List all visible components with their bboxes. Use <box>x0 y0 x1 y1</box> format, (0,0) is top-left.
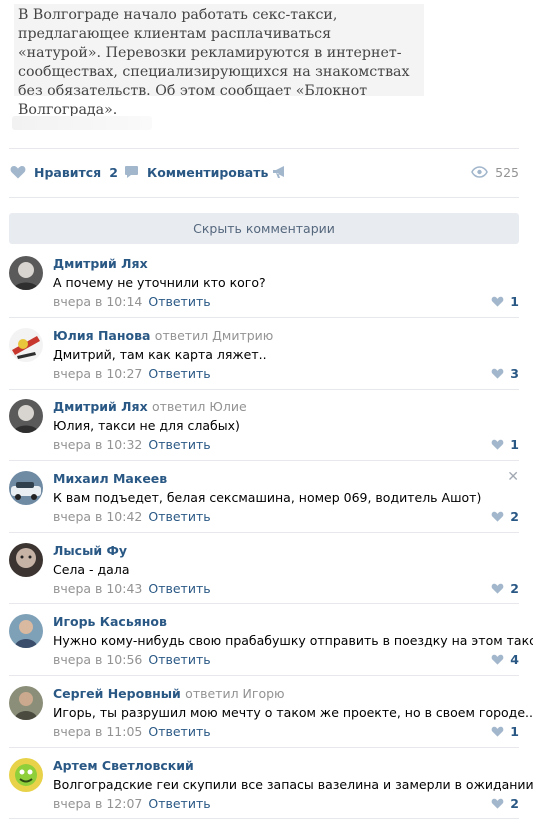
comment-time[interactable]: вчера в 10:42 <box>53 509 142 524</box>
comment-text: Села - дала <box>53 562 130 577</box>
comment-text: Игорь, ты разрушил мою мечту о таком же … <box>53 705 533 720</box>
comment-author[interactable]: Лысый Фу <box>53 543 127 558</box>
comment-like-button[interactable]: 1 <box>491 437 519 452</box>
avatar[interactable] <box>9 328 43 362</box>
avatar[interactable] <box>9 614 43 648</box>
reply-link[interactable]: Ответить <box>148 724 210 739</box>
comment-text: Волгоградские геи скупили все запасы ваз… <box>53 777 533 792</box>
heart-icon <box>491 296 504 307</box>
comment-like-count: 2 <box>510 796 519 811</box>
comment-time[interactable]: вчера в 10:56 <box>53 652 142 667</box>
like-button[interactable]: Нравится 2 <box>10 160 118 184</box>
reply-link[interactable]: Ответить <box>148 796 210 811</box>
blurred-source-line <box>12 116 152 130</box>
like-count: 2 <box>109 164 118 180</box>
comment-item: Лысый Фу Села - дала вчера в 10:43 Ответи… <box>0 543 533 615</box>
post-text: В Волгограде начало работать секс-такси,… <box>14 4 424 118</box>
comment-time[interactable]: вчера в 10:14 <box>53 294 142 309</box>
heart-icon <box>491 511 504 522</box>
divider <box>9 197 519 198</box>
comment-author[interactable]: Игорь Касьянов <box>53 614 167 629</box>
avatar[interactable] <box>9 758 43 792</box>
heart-icon <box>491 726 504 737</box>
divider <box>9 460 519 461</box>
comment-like-button[interactable]: 4 <box>491 652 519 667</box>
comment-like-count: 1 <box>510 437 519 452</box>
comment-text: Дмитрий, там как карта ляжет.. <box>53 347 267 362</box>
avatar[interactable] <box>9 256 43 290</box>
heart-icon <box>491 583 504 594</box>
comment-like-count: 3 <box>510 366 519 381</box>
comment-text: К вам подъедет, белая сексмашина, номер … <box>53 490 482 505</box>
post-actions: Нравится 2 Комментировать 525 <box>0 160 533 184</box>
heart-icon <box>491 798 504 809</box>
heart-icon <box>491 439 504 450</box>
divider <box>9 675 519 676</box>
divider <box>9 317 519 318</box>
reply-to-label: ответил Юлие <box>152 399 247 414</box>
comment-time[interactable]: вчера в 10:43 <box>53 581 142 596</box>
comment-author[interactable]: Сергей Неровный ответил Игорю <box>53 686 285 701</box>
comment-time[interactable]: вчера в 10:32 <box>53 437 142 452</box>
eye-icon <box>471 166 489 178</box>
divider <box>9 747 519 748</box>
comment-author[interactable]: Михаил Макеев <box>53 471 167 486</box>
reply-link[interactable]: Ответить <box>148 509 210 524</box>
comment-like-button[interactable]: 1 <box>491 724 519 739</box>
avatar[interactable] <box>9 471 43 505</box>
comment-button[interactable]: Комментировать <box>124 160 268 184</box>
comment-like-button[interactable]: 2 <box>491 581 519 596</box>
comment-text: Нужно кому-нибудь свою прабабушку отправ… <box>53 633 533 648</box>
hide-comments-button[interactable]: Скрыть комментарии <box>9 213 519 244</box>
comment-icon <box>125 166 138 178</box>
share-button[interactable] <box>272 160 288 184</box>
comment-like-count: 2 <box>510 581 519 596</box>
views-count: 525 <box>495 164 519 180</box>
comment-time[interactable]: вчера в 12:07 <box>53 796 142 811</box>
comment-like-count: 1 <box>510 294 519 309</box>
close-icon[interactable]: ✕ <box>507 469 519 485</box>
comment-label: Комментировать <box>147 164 269 180</box>
comment-time[interactable]: вчера в 10:27 <box>53 366 142 381</box>
reply-link[interactable]: Ответить <box>148 294 210 309</box>
comment-like-count: 4 <box>510 652 519 667</box>
like-label: Нравится <box>34 164 102 180</box>
reply-to-label: ответил Игорю <box>185 686 285 701</box>
divider <box>9 532 519 533</box>
divider <box>9 603 519 604</box>
comment-text: А почему не уточнили кто кого? <box>53 275 266 290</box>
comment-text: Юлия, такси не для слабых) <box>53 418 240 433</box>
reply-link[interactable]: Ответить <box>148 652 210 667</box>
divider <box>9 389 519 390</box>
comment-author[interactable]: Дмитрий Лях <box>53 256 148 271</box>
heart-icon <box>491 368 504 379</box>
heart-icon <box>10 166 26 179</box>
avatar[interactable] <box>9 686 43 720</box>
comment-like-count: 2 <box>510 509 519 524</box>
comment-like-button[interactable]: 2 <box>491 796 519 811</box>
divider <box>9 148 519 149</box>
comment-like-button[interactable]: 3 <box>491 366 519 381</box>
reply-to-label: ответил Дмитрию <box>154 328 274 343</box>
divider <box>9 818 519 819</box>
comment-time[interactable]: вчера в 11:05 <box>53 724 142 739</box>
heart-icon <box>491 654 504 665</box>
views-counter: 525 <box>471 160 519 184</box>
comment-like-count: 1 <box>510 724 519 739</box>
reply-link[interactable]: Ответить <box>148 437 210 452</box>
megaphone-icon <box>273 166 284 178</box>
comment-author[interactable]: Артем Светловский <box>53 758 194 773</box>
comment-author[interactable]: Юлия Панова ответил Дмитрию <box>53 328 273 343</box>
avatar[interactable] <box>9 543 43 577</box>
reply-link[interactable]: Ответить <box>148 581 210 596</box>
comment-like-button[interactable]: 2 <box>491 509 519 524</box>
comment-like-button[interactable]: 1 <box>491 294 519 309</box>
avatar[interactable] <box>9 399 43 433</box>
reply-link[interactable]: Ответить <box>148 366 210 381</box>
comment-item: Артем Светловский Волгоградские геи скуп… <box>0 758 533 830</box>
comment-author[interactable]: Дмитрий Лях ответил Юлие <box>53 399 247 414</box>
